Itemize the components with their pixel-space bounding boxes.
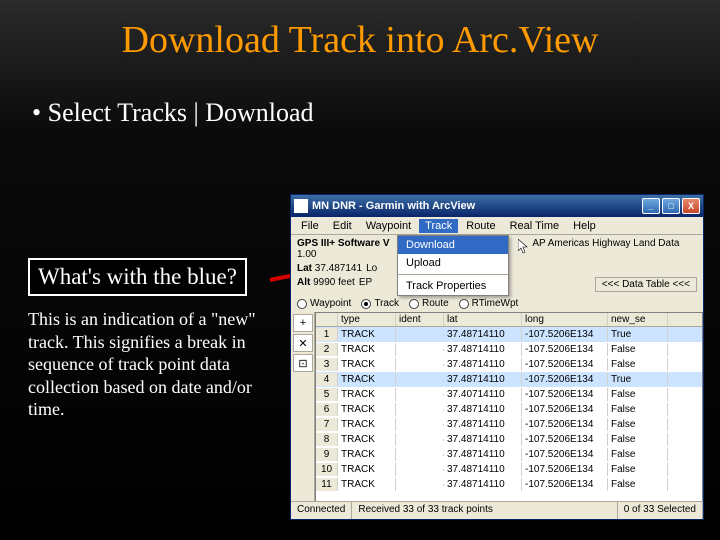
table-row[interactable]: 11TRACK37.48714110-107.5206E134False	[316, 477, 702, 492]
status-received: Received 33 of 33 track points	[352, 502, 617, 519]
col-type[interactable]: type	[338, 313, 396, 326]
grid-header: type ident lat long new_se	[316, 313, 702, 327]
table-row[interactable]: 5TRACK37.40714110-107.5206E134False	[316, 387, 702, 402]
data-table-button[interactable]: <<< Data Table <<<	[595, 277, 697, 292]
table-row[interactable]: 4TRACK37.48714110-107.5206E134True	[316, 372, 702, 387]
alt-label: Alt	[297, 277, 310, 288]
col-long[interactable]: long	[522, 313, 608, 326]
radio-rtimewpt[interactable]: RTimeWpt	[459, 298, 519, 309]
menu-file[interactable]: File	[295, 219, 325, 233]
slide-title: Download Track into Arc.View	[0, 0, 720, 62]
col-ident[interactable]: ident	[396, 313, 444, 326]
maximize-button[interactable]: □	[662, 198, 680, 214]
radio-row: Waypoint Track Route RTimeWpt	[291, 295, 703, 312]
tool-add[interactable]: +	[293, 314, 313, 332]
lat-label: Lat	[297, 263, 312, 274]
close-button[interactable]: X	[682, 198, 700, 214]
statusbar: Connected Received 33 of 33 track points…	[291, 501, 703, 519]
col-lat[interactable]: lat	[444, 313, 522, 326]
col-rownum[interactable]	[316, 313, 338, 326]
minimize-button[interactable]: _	[642, 198, 660, 214]
status-selected: 0 of 33 Selected	[618, 502, 703, 519]
menubar: File Edit Waypoint Track Route Real Time…	[291, 217, 703, 235]
data-grid[interactable]: type ident lat long new_se 1TRACK37.4871…	[315, 312, 703, 502]
table-row[interactable]: 9TRACK37.48714110-107.5206E134False	[316, 447, 702, 462]
arcview-window: MN DNR - Garmin with ArcView _ □ X File …	[290, 194, 704, 520]
menu-edit[interactable]: Edit	[327, 219, 358, 233]
table-row[interactable]: 3TRACK37.48714110-107.5206E134False	[316, 357, 702, 372]
track-dropdown: Download Upload Track Properties	[397, 235, 509, 296]
radio-waypoint[interactable]: Waypoint	[297, 298, 351, 309]
menu-route[interactable]: Route	[460, 219, 501, 233]
menu-realtime[interactable]: Real Time	[504, 219, 566, 233]
table-row[interactable]: 6TRACK37.48714110-107.5206E134False	[316, 402, 702, 417]
lon-label: Lo	[366, 263, 377, 274]
col-new[interactable]: new_se	[608, 313, 668, 326]
app-icon	[294, 199, 308, 213]
lat-value: 37.487141	[315, 263, 362, 274]
alt-value: 9990 feet	[313, 277, 355, 288]
dropdown-separator	[398, 274, 508, 275]
titlebar[interactable]: MN DNR - Garmin with ArcView _ □ X	[291, 195, 703, 217]
table-row[interactable]: 7TRACK37.48714110-107.5206E134False	[316, 417, 702, 432]
callout-blue-question: What's with the blue?	[28, 258, 247, 296]
gps-label: GPS III+ Software V	[297, 238, 390, 249]
tool-delete[interactable]: ✕	[293, 334, 313, 352]
dropdown-download[interactable]: Download	[398, 236, 508, 254]
table-row[interactable]: 2TRACK37.48714110-107.5206E134False	[316, 342, 702, 357]
status-connected: Connected	[291, 502, 352, 519]
window-title: MN DNR - Garmin with ArcView	[312, 200, 642, 212]
menu-waypoint[interactable]: Waypoint	[360, 219, 417, 233]
callout-explanation: This is an indication of a "new" track. …	[28, 308, 278, 421]
radio-track[interactable]: Track	[361, 298, 399, 309]
bullet-select-tracks: Select Tracks | Download	[32, 98, 720, 128]
table-row[interactable]: 8TRACK37.48714110-107.5206E134False	[316, 432, 702, 447]
dropdown-upload[interactable]: Upload	[398, 254, 508, 272]
toolbox: + ✕ ⊡	[291, 312, 315, 502]
menu-track[interactable]: Track	[419, 219, 458, 233]
dropdown-track-properties[interactable]: Track Properties	[398, 277, 508, 295]
tool-props[interactable]: ⊡	[293, 354, 313, 372]
radio-route[interactable]: Route	[409, 298, 449, 309]
table-row[interactable]: 1TRACK37.48714110-107.5206E134True	[316, 327, 702, 342]
table-row[interactable]: 10TRACK37.48714110-107.5206E134False	[316, 462, 702, 477]
ep-label: EP	[359, 277, 372, 292]
menu-help[interactable]: Help	[567, 219, 602, 233]
